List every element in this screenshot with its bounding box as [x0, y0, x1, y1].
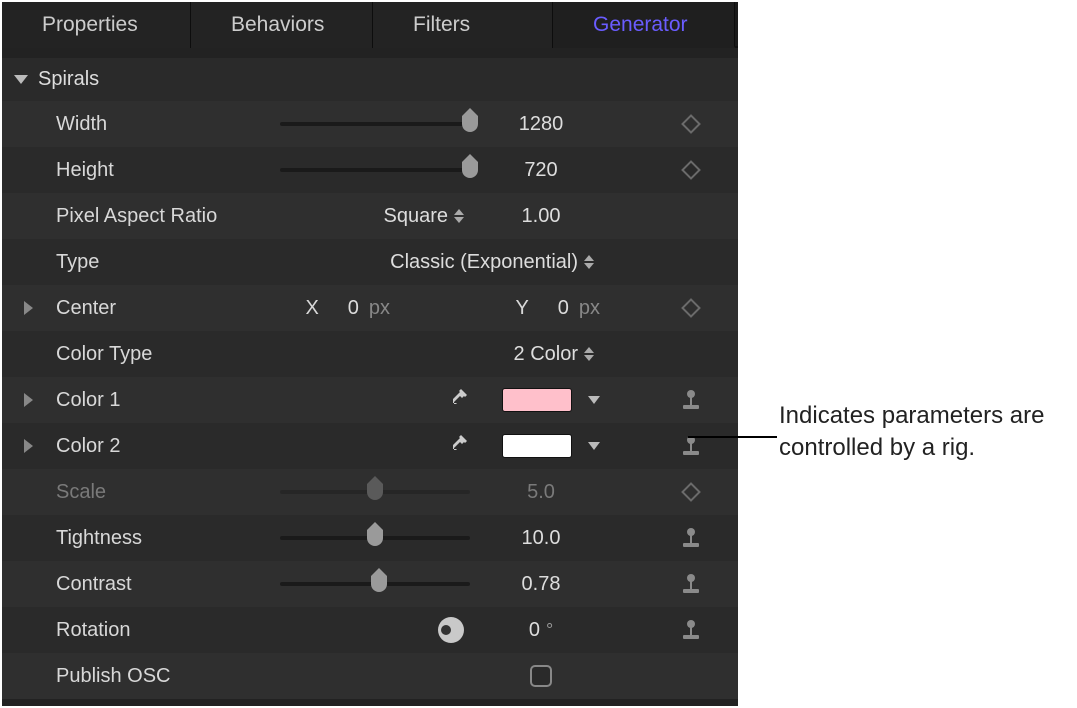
type-popup[interactable]: Classic (Exponential)	[390, 251, 600, 274]
leader-line	[688, 436, 777, 438]
popup-arrows-icon	[584, 255, 594, 269]
rig-joystick-icon[interactable]	[656, 619, 726, 641]
inspector-tabs: Properties Behaviors Filters Generator	[2, 2, 738, 48]
disclosure-right-icon[interactable]	[24, 393, 33, 407]
param-row-scale: Scale 5.0	[2, 469, 738, 515]
param-row-tightness: Tightness 10.0	[2, 515, 738, 561]
inspector-content: Spirals Width 1280 Height 720	[2, 48, 738, 699]
rotation-dial[interactable]	[438, 617, 464, 643]
param-label: Center	[56, 297, 256, 320]
width-slider[interactable]	[280, 122, 470, 126]
eyedropper-icon[interactable]	[446, 388, 470, 412]
rig-joystick-icon[interactable]	[656, 573, 726, 595]
param-row-type: Type Classic (Exponential)	[2, 239, 738, 285]
center-x-value[interactable]: 0	[329, 297, 359, 320]
param-label: Width	[56, 113, 256, 136]
disclosure-down-icon	[14, 75, 28, 84]
param-row-par: Pixel Aspect Ratio Square 1.00	[2, 193, 738, 239]
scale-value: 5.0	[476, 481, 606, 504]
param-row-contrast: Contrast 0.78	[2, 561, 738, 607]
popup-arrows-icon	[454, 209, 464, 223]
tab-filters[interactable]: Filters	[373, 2, 553, 48]
scale-slider	[280, 490, 470, 494]
keyframe-icon[interactable]	[681, 298, 701, 318]
slider-thumb-icon[interactable]	[462, 116, 478, 132]
height-slider[interactable]	[280, 168, 470, 172]
tab-generator[interactable]: Generator	[553, 2, 735, 48]
tab-properties[interactable]: Properties	[2, 2, 191, 48]
tightness-slider[interactable]	[280, 536, 470, 540]
param-label: Height	[56, 159, 256, 182]
param-label: Color 1	[56, 389, 256, 412]
disclosure-right-icon[interactable]	[24, 301, 33, 315]
param-label: Color Type	[56, 343, 256, 366]
slider-thumb-icon[interactable]	[371, 576, 387, 592]
param-label: Type	[56, 251, 256, 274]
disclosure-right-icon[interactable]	[24, 439, 33, 453]
annotation-callout: Indicates parameters are controlled by a…	[688, 400, 1077, 465]
param-row-color1: Color 1	[2, 377, 738, 423]
inspector-panel: Properties Behaviors Filters Generator S…	[2, 2, 738, 706]
color2-swatch[interactable]	[502, 434, 572, 458]
param-row-colortype: Color Type 2 Color	[2, 331, 738, 377]
keyframe-icon[interactable]	[681, 114, 701, 134]
section-spirals-header[interactable]: Spirals	[2, 58, 738, 101]
param-row-height: Height 720	[2, 147, 738, 193]
param-row-width: Width 1280	[2, 101, 738, 147]
height-value[interactable]: 720	[476, 159, 606, 182]
section-title: Spirals	[38, 68, 99, 91]
slider-thumb-icon[interactable]	[462, 162, 478, 178]
chevron-down-icon[interactable]	[588, 396, 600, 404]
par-value[interactable]: 1.00	[476, 205, 606, 228]
publish-osc-checkbox[interactable]	[530, 665, 552, 687]
param-row-publish-osc: Publish OSC	[2, 653, 738, 699]
par-popup[interactable]: Square	[384, 205, 471, 228]
tab-behaviors[interactable]: Behaviors	[191, 2, 373, 48]
keyframe-icon[interactable]	[681, 160, 701, 180]
colortype-popup[interactable]: 2 Color	[514, 343, 600, 366]
param-row-center: Center X 0 px Y 0 px	[2, 285, 738, 331]
keyframe-icon[interactable]	[681, 482, 701, 502]
eyedropper-icon[interactable]	[446, 434, 470, 458]
rotation-value[interactable]: 0°	[476, 619, 606, 642]
color1-swatch[interactable]	[502, 388, 572, 412]
width-value[interactable]: 1280	[476, 113, 606, 136]
center-y-value[interactable]: 0	[539, 297, 569, 320]
popup-arrows-icon	[584, 347, 594, 361]
param-label: Publish OSC	[56, 665, 256, 688]
tightness-value[interactable]: 10.0	[476, 527, 606, 550]
param-label: Rotation	[56, 619, 256, 642]
slider-thumb-icon[interactable]	[367, 530, 383, 546]
param-row-color2: Color 2	[2, 423, 738, 469]
chevron-down-icon[interactable]	[588, 442, 600, 450]
param-row-rotation: Rotation 0°	[2, 607, 738, 653]
contrast-value[interactable]: 0.78	[476, 573, 606, 596]
contrast-slider[interactable]	[280, 582, 470, 586]
param-label: Contrast	[56, 573, 256, 596]
param-label: Scale	[56, 481, 256, 504]
param-label: Tightness	[56, 527, 256, 550]
param-label: Pixel Aspect Ratio	[56, 205, 256, 228]
param-label: Color 2	[56, 435, 256, 458]
callout-text: Indicates parameters are controlled by a…	[777, 400, 1077, 465]
rig-joystick-icon[interactable]	[656, 527, 726, 549]
slider-thumb-icon	[367, 484, 383, 500]
